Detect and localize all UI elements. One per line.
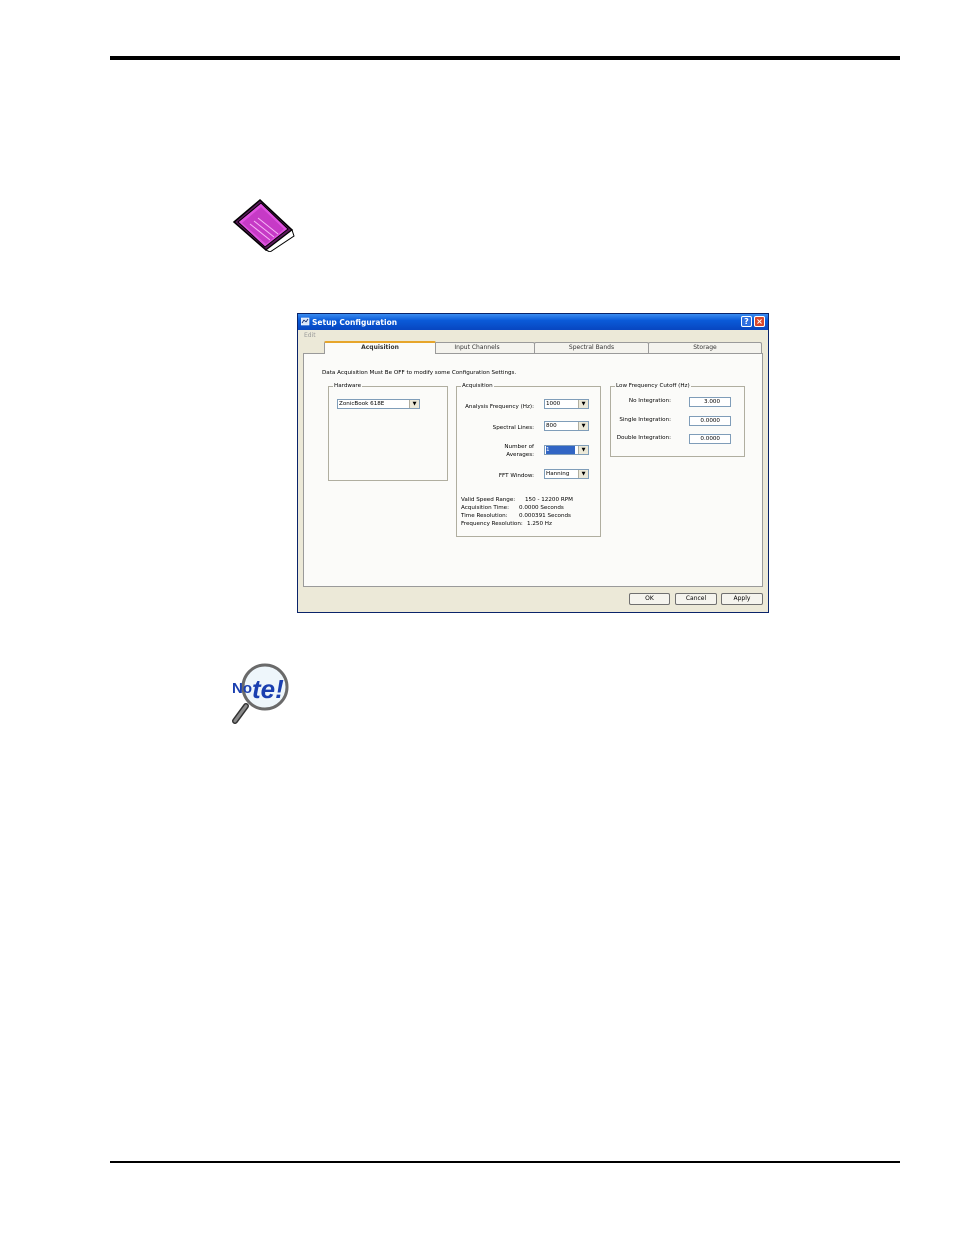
tab-storage[interactable]: Storage xyxy=(648,342,762,353)
single-integration-input[interactable]: 0.0000 xyxy=(689,416,731,426)
valid-speed-range-label: Valid Speed Range: xyxy=(461,497,516,503)
hardware-select[interactable]: ZonicBook 618E ▼ xyxy=(337,399,420,409)
spectral-lines-label: Spectral Lines: xyxy=(492,425,534,431)
ok-button[interactable]: OK xyxy=(629,593,670,605)
chevron-down-icon[interactable]: ▼ xyxy=(578,422,588,430)
menu-edit[interactable]: Edit xyxy=(304,332,316,339)
acquisition-time-label: Acquisition Time: xyxy=(461,505,509,511)
frequency-resolution-label: Frequency Resolution: xyxy=(461,521,523,527)
chevron-down-icon[interactable]: ▼ xyxy=(578,470,588,478)
apply-button[interactable]: Apply xyxy=(721,593,763,605)
fft-window-select[interactable]: Hanning ▼ xyxy=(544,469,589,479)
number-of-averages-label-line2: Averages: xyxy=(506,452,534,458)
app-icon xyxy=(301,317,310,326)
tab-spectral-bands[interactable]: Spectral Bands xyxy=(534,342,649,353)
double-integration-input[interactable]: 0.0000 xyxy=(689,434,731,444)
dialog-titlebar[interactable]: Setup Configuration ? × xyxy=(298,314,768,330)
spectral-lines-select[interactable]: 800 ▼ xyxy=(544,421,589,431)
reference-book-icon xyxy=(232,198,295,252)
hardware-group-title: Hardware xyxy=(333,383,363,389)
chevron-down-icon[interactable]: ▼ xyxy=(578,446,588,454)
acquisition-time-value: 0.0000 Seconds xyxy=(519,505,564,511)
no-integration-label: No Integration: xyxy=(628,398,671,404)
analysis-frequency-select[interactable]: 1000 ▼ xyxy=(544,399,589,409)
chevron-down-icon[interactable]: ▼ xyxy=(578,400,588,408)
analysis-frequency-value: 1000 xyxy=(546,401,561,407)
note-icon-right-text: te! xyxy=(252,674,284,704)
chevron-down-icon[interactable]: ▼ xyxy=(409,400,419,408)
help-button[interactable]: ? xyxy=(741,316,752,327)
analysis-frequency-label: Analysis Frequency (Hz): xyxy=(465,404,534,410)
note-magnifier-icon: No te! xyxy=(232,663,289,724)
warning-text: Data Acquisition Must Be OFF to modify s… xyxy=(322,370,517,376)
low-frequency-cutoff-group: Low Frequency Cutoff (Hz) No Integration… xyxy=(610,383,745,457)
spectral-lines-value: 800 xyxy=(546,423,557,429)
fft-window-value: Hanning xyxy=(546,471,570,477)
no-integration-input[interactable]: 3.000 xyxy=(689,397,731,407)
time-resolution-label: Time Resolution: xyxy=(461,513,508,519)
note-icon-left-text: No xyxy=(232,680,252,697)
hardware-value: ZonicBook 618E xyxy=(339,401,385,407)
frequency-resolution-value: 1.250 Hz xyxy=(527,521,552,527)
tab-input-channels[interactable]: Input Channels xyxy=(419,342,535,353)
valid-speed-range-value: 150 - 12200 RPM xyxy=(525,497,573,503)
footer-rule xyxy=(110,1161,900,1163)
cancel-button[interactable]: Cancel xyxy=(675,593,717,605)
tab-acquisition[interactable]: Acquisition xyxy=(324,341,436,354)
acquisition-group-title: Acquisition xyxy=(461,383,494,389)
header-rule xyxy=(110,56,900,60)
hardware-group: Hardware ZonicBook 618E ▼ xyxy=(328,383,448,481)
double-integration-label: Double Integration: xyxy=(616,435,671,441)
single-integration-label: Single Integration: xyxy=(619,417,671,423)
close-button[interactable]: × xyxy=(754,316,765,327)
number-of-averages-select[interactable]: 1 ▼ xyxy=(544,445,589,455)
number-of-averages-label-line1: Number of xyxy=(504,444,534,450)
acquisition-group: Acquisition Analysis Frequency (Hz): 100… xyxy=(456,383,601,537)
fft-window-label: FFT Window: xyxy=(498,473,534,479)
dialog-title: Setup Configuration xyxy=(312,318,398,327)
number-of-averages-value: 1 xyxy=(546,446,575,454)
setup-configuration-dialog: Setup Configuration ? × Edit Acquisition… xyxy=(297,313,769,613)
time-resolution-value: 0.000391 Seconds xyxy=(519,513,571,519)
low-frequency-cutoff-title: Low Frequency Cutoff (Hz) xyxy=(615,383,691,389)
